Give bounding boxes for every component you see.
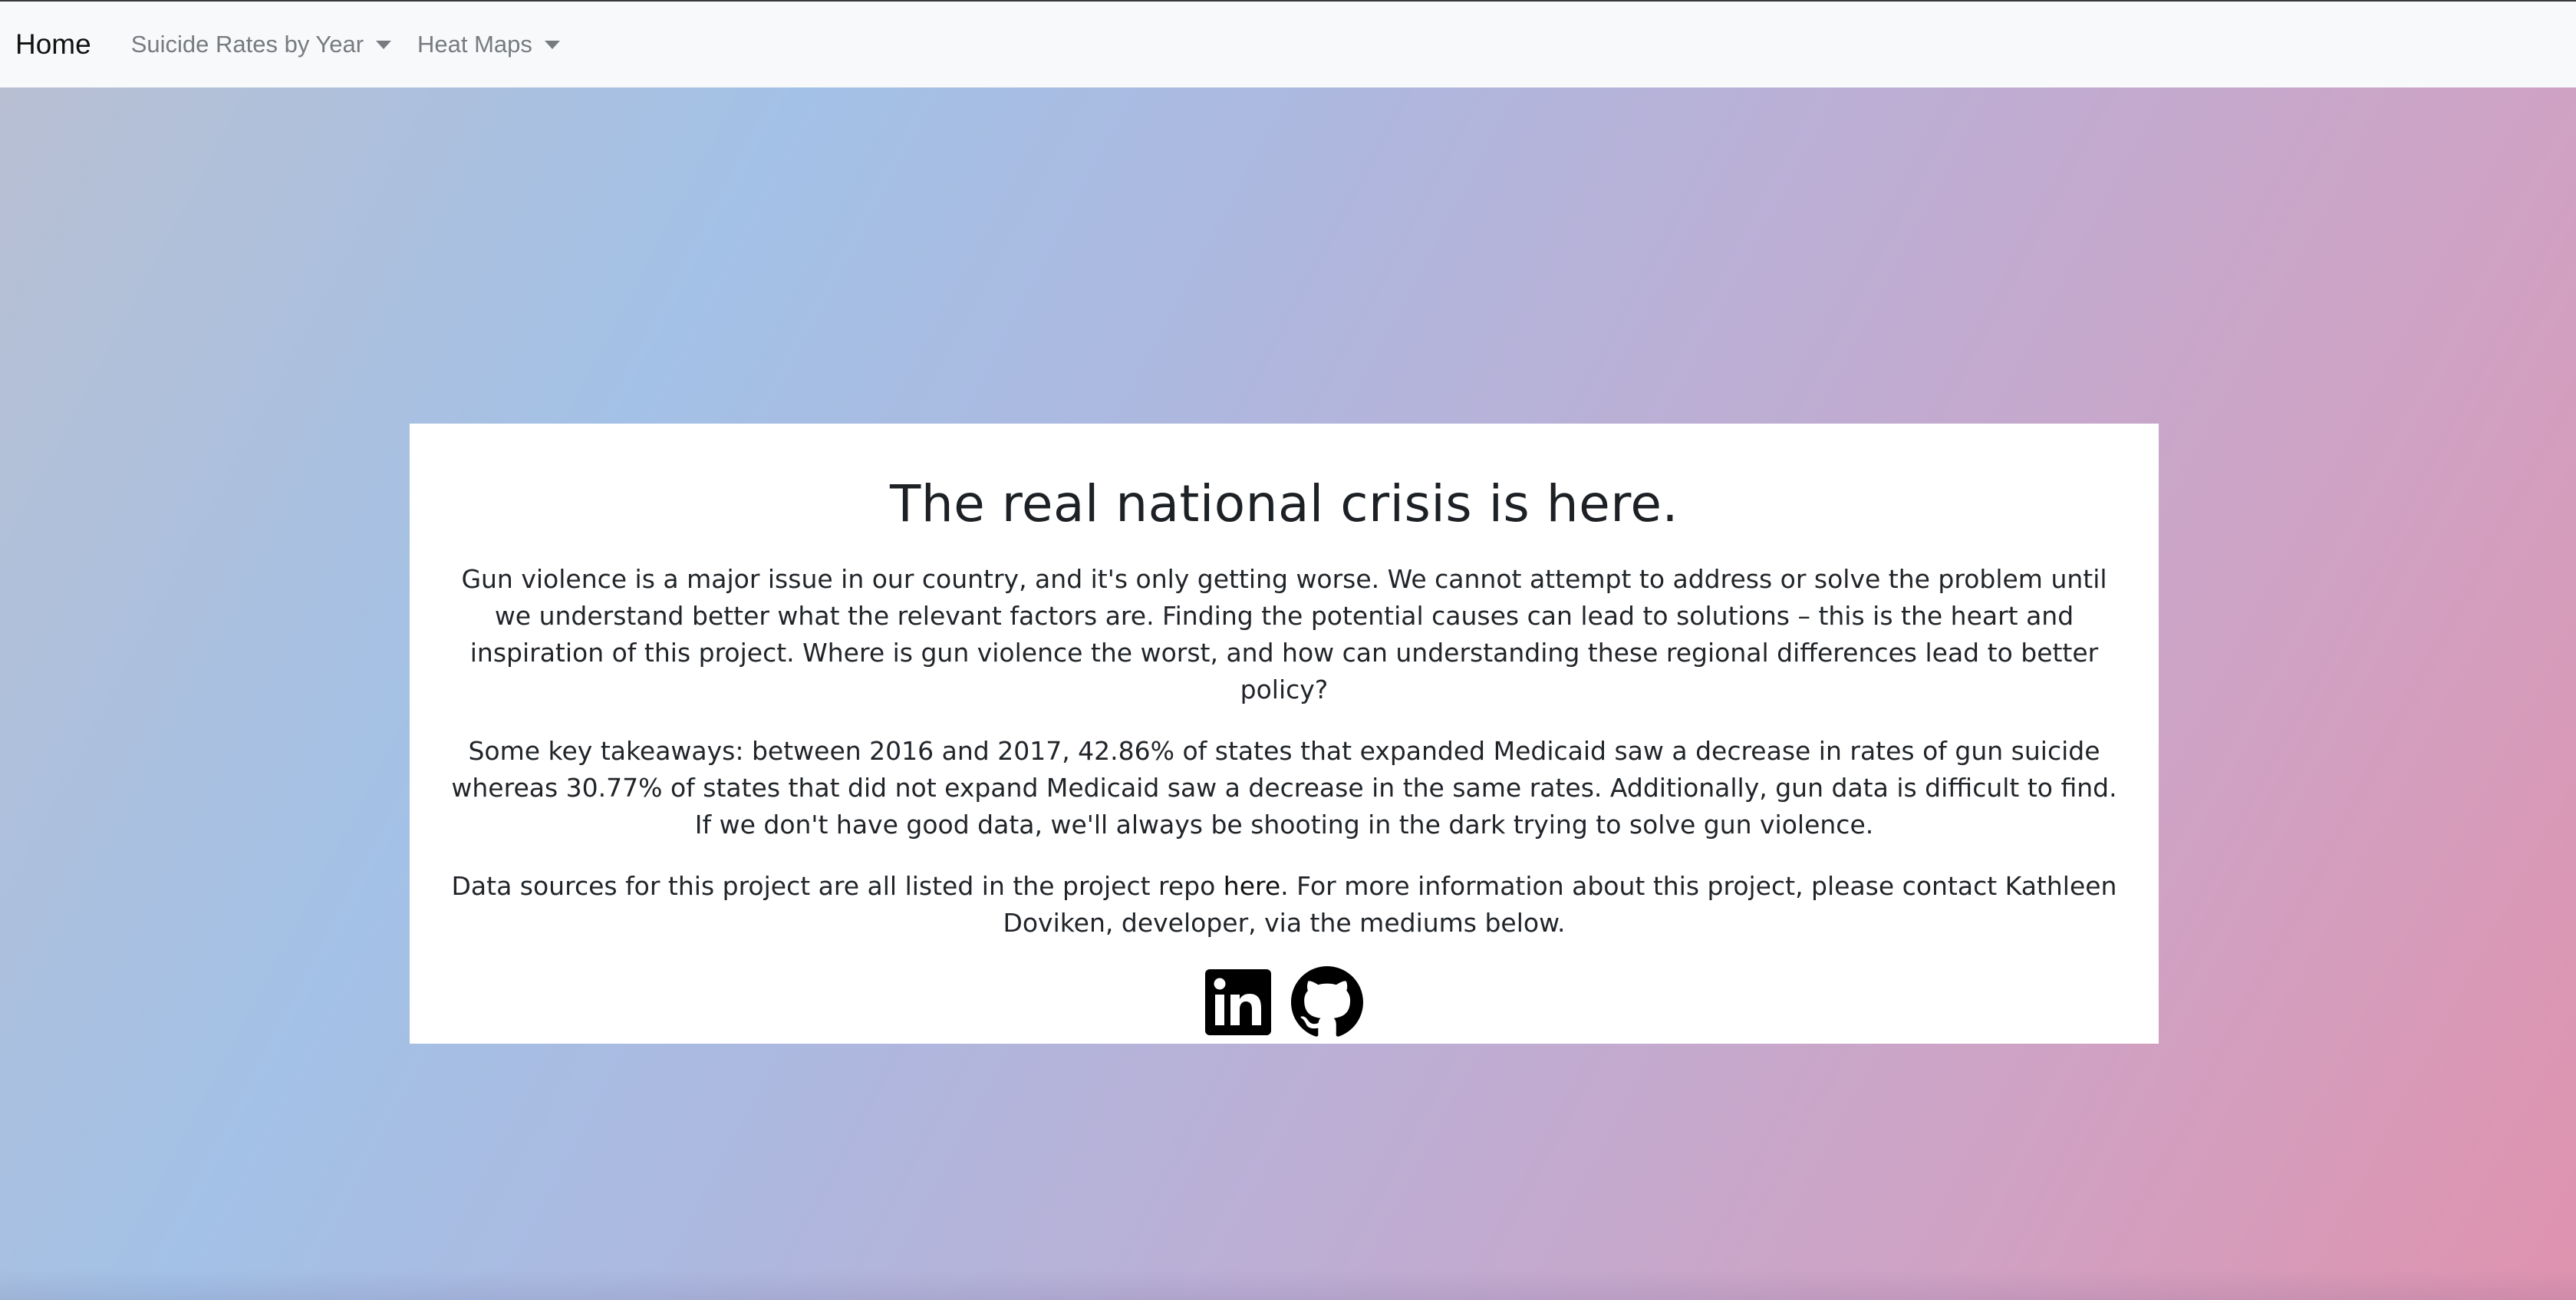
project-repo-link[interactable]: here bbox=[1224, 871, 1280, 901]
page-title: The real national crisis is here. bbox=[890, 474, 1678, 533]
nav-home-link[interactable]: Home bbox=[15, 28, 91, 61]
takeaways-paragraph: Some key takeaways: between 2016 and 201… bbox=[451, 736, 2117, 840]
social-icons bbox=[410, 966, 2159, 1041]
nav-dropdown-label: Heat Maps bbox=[417, 31, 532, 58]
sources-text-before: Data sources for this project are all li… bbox=[451, 871, 1224, 901]
intro-paragraph: Gun violence is a major issue in our cou… bbox=[461, 564, 2107, 704]
navbar: Home Suicide Rates by Year Heat Maps bbox=[0, 2, 2576, 87]
bottom-shade bbox=[0, 1269, 2576, 1300]
sources-paragraph: Data sources for this project are all li… bbox=[440, 868, 2128, 942]
linkedin-icon[interactable] bbox=[1205, 969, 1271, 1038]
github-icon[interactable] bbox=[1291, 966, 1363, 1041]
chevron-down-icon bbox=[544, 40, 560, 49]
nav-dropdown-suicide-rates[interactable]: Suicide Rates by Year bbox=[130, 31, 392, 58]
nav-dropdown-heat-maps[interactable]: Heat Maps bbox=[417, 31, 560, 58]
chevron-down-icon bbox=[376, 40, 392, 49]
nav-dropdown-label: Suicide Rates by Year bbox=[130, 31, 364, 58]
intro-card: The real national crisis is here. Gun vi… bbox=[410, 424, 2159, 1044]
